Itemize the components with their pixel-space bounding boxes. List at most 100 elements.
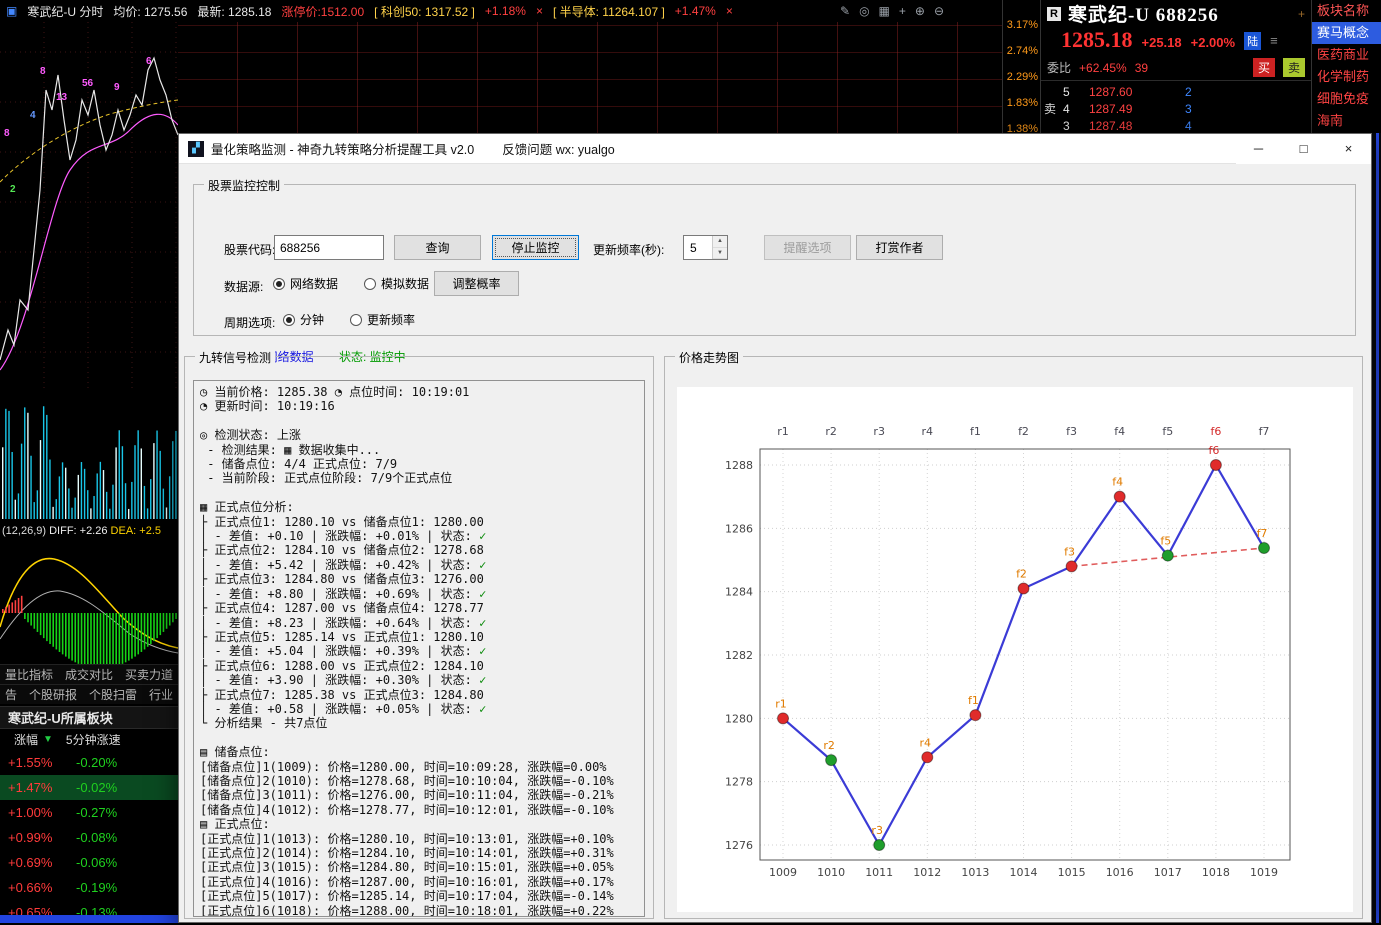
speed-value: -0.08% bbox=[76, 825, 166, 850]
radio-checked-icon[interactable] bbox=[273, 278, 285, 290]
signal-log-line: ▤ 储备点位: bbox=[200, 745, 638, 759]
menu-icon[interactable]: ≡ bbox=[1270, 33, 1278, 48]
change-value: +1.55% bbox=[0, 750, 76, 775]
tab-item[interactable]: 成交对比 bbox=[65, 666, 113, 683]
tab-item[interactable]: 个股扫雷 bbox=[89, 686, 137, 703]
svg-text:r1: r1 bbox=[775, 697, 787, 710]
top-bar-text: +1.47% bbox=[675, 4, 716, 18]
price-line bbox=[0, 58, 178, 360]
stock-code-label: 股票代码: bbox=[224, 241, 275, 258]
top-bar-text: 均价: 1275.56 bbox=[113, 3, 187, 20]
remind-options-button[interactable]: 提醒选项 bbox=[764, 235, 851, 260]
terminal-toolbar-icons: ✎ ◎ ▦ + ⊕ ⊖ bbox=[840, 0, 944, 22]
ask-row[interactable]: 41287.493 bbox=[1059, 100, 1311, 117]
radio-option-period[interactable]: 更新频率 bbox=[350, 311, 415, 328]
toolbar-icon[interactable]: + bbox=[899, 4, 906, 18]
svg-text:f2: f2 bbox=[1018, 425, 1029, 438]
signal-log-line: ├ 正式点位5: 1285.14 vs 正式点位1: 1280.10 bbox=[200, 630, 638, 644]
window-title: 量化策略监测 - 神奇九转策略分析提醒工具 v2.0 bbox=[211, 139, 474, 158]
sector-list-item[interactable]: 赛马概念 bbox=[1312, 22, 1381, 44]
signal-log-line: ├ 正式点位7: 1285.38 vs 正式点位3: 1284.80 bbox=[200, 688, 638, 702]
signal-log-line: ├ 正式点位1: 1280.10 vs 储备点位1: 1280.00 bbox=[200, 515, 638, 529]
data-source-radio-group: 网络数据 模拟数据 bbox=[273, 275, 429, 292]
pin-icon[interactable]: + bbox=[1298, 7, 1305, 21]
donate-button[interactable]: 打赏作者 bbox=[856, 235, 943, 260]
change-value: +1.00% bbox=[0, 800, 76, 825]
right-edge-scrollbar[interactable] bbox=[1372, 133, 1381, 923]
adjust-probability-button[interactable]: 调整概率 bbox=[434, 271, 519, 296]
stop-monitor-button[interactable]: 停止监控 bbox=[492, 235, 579, 260]
svg-text:f4: f4 bbox=[1114, 425, 1125, 438]
sector-change-row[interactable]: +0.99%-0.08% bbox=[0, 825, 178, 850]
sector-change-row[interactable]: +1.55%-0.20% bbox=[0, 750, 178, 775]
group-title: 股票监控控制 bbox=[204, 177, 284, 194]
nine-turn-digit: 13 bbox=[56, 92, 67, 103]
svg-text:1012: 1012 bbox=[913, 866, 941, 879]
tab-item[interactable]: 个股研报 bbox=[29, 686, 77, 703]
toolbar-icon[interactable]: ⊕ bbox=[915, 4, 925, 18]
speed-value: -0.19% bbox=[76, 875, 166, 900]
signal-log-line: [储备点位]2(1010): 价格=1278.68, 时间=10:10:04, … bbox=[200, 774, 638, 788]
close-icon[interactable]: × bbox=[726, 4, 733, 18]
sector-change-row[interactable]: +1.47%-0.02% bbox=[0, 775, 178, 800]
check-icon: ✓ bbox=[479, 702, 486, 716]
toolbar-icon[interactable]: ✎ bbox=[840, 4, 850, 18]
divider bbox=[1041, 80, 1311, 81]
tab-item[interactable]: 买卖力道 bbox=[125, 666, 173, 683]
toolbar-icon[interactable]: ⊖ bbox=[934, 4, 944, 18]
radio-checked-icon[interactable] bbox=[283, 314, 295, 326]
radio-option-period[interactable]: 分钟 bbox=[283, 311, 324, 328]
toolbar-icon[interactable]: ◎ bbox=[859, 4, 869, 18]
window-feedback-text: 反馈问题 wx: yualgo bbox=[502, 139, 615, 158]
svg-text:f4: f4 bbox=[1112, 476, 1123, 489]
sector-list-item[interactable]: 海南 bbox=[1312, 110, 1381, 132]
query-button[interactable]: 查询 bbox=[394, 235, 481, 260]
buy-button[interactable]: 买 bbox=[1253, 58, 1275, 77]
terminal-app-icon[interactable]: ▣ bbox=[6, 4, 17, 18]
sector-list-item[interactable]: 医药商业 bbox=[1312, 44, 1381, 66]
minimize-button[interactable]: ─ bbox=[1236, 134, 1281, 164]
signal-log-line: ◔ 更新时间: 10:19:16 bbox=[200, 399, 638, 413]
signal-log-line: [正式点位]4(1016): 价格=1287.00, 时间=10:16:01, … bbox=[200, 875, 638, 889]
maximize-button[interactable]: □ bbox=[1281, 134, 1326, 164]
radio-option-source[interactable]: 模拟数据 bbox=[364, 275, 429, 292]
close-icon[interactable]: × bbox=[536, 4, 543, 18]
sell-button[interactable]: 卖 bbox=[1283, 58, 1305, 77]
tab-item[interactable]: 行业 bbox=[149, 686, 173, 703]
tab-item[interactable]: 告 bbox=[5, 686, 17, 703]
signal-log-line: └ 分析结果 - 共7点位 bbox=[200, 716, 638, 730]
svg-text:1288: 1288 bbox=[725, 459, 753, 472]
svg-text:1011: 1011 bbox=[865, 866, 893, 879]
radio-option-source[interactable]: 网络数据 bbox=[273, 275, 338, 292]
change-value: +0.66% bbox=[0, 875, 76, 900]
bottom-scrollbar[interactable] bbox=[0, 915, 178, 923]
toolbar-icon[interactable]: ▦ bbox=[879, 4, 890, 18]
svg-text:r3: r3 bbox=[873, 425, 885, 438]
sector-change-row[interactable]: +0.69%-0.06% bbox=[0, 850, 178, 875]
top-bar-text: 涨停价:1512.00 bbox=[281, 3, 364, 20]
column-header-change[interactable]: 涨幅 bbox=[14, 731, 38, 748]
sector-change-row[interactable]: +1.00%-0.27% bbox=[0, 800, 178, 825]
radio-unchecked-icon[interactable] bbox=[350, 314, 362, 326]
sector-change-row[interactable]: +0.66%-0.19% bbox=[0, 875, 178, 900]
signal-log-line: [储备点位]1(1009): 价格=1280.00, 时间=10:09:28, … bbox=[200, 760, 638, 774]
ask-row[interactable]: 31287.484 bbox=[1059, 117, 1311, 134]
svg-text:1016: 1016 bbox=[1106, 866, 1134, 879]
signal-log-textarea[interactable]: ◷ 当前价格: 1285.38 ◔ 点位时间: 10:19:01◔ 更新时间: … bbox=[193, 380, 645, 917]
sector-list-item[interactable]: 化学制药 bbox=[1312, 66, 1381, 88]
stock-code-input[interactable] bbox=[274, 235, 384, 260]
signal-detection-group: 九转信号检测 ◷ 当前价格: 1285.38 ◔ 点位时间: 10:19:01◔… bbox=[184, 356, 654, 919]
sector-list-item[interactable]: 细胞免疫 bbox=[1312, 88, 1381, 110]
signal-log-line: ├ 正式点位4: 1287.00 vs 储备点位4: 1278.77 bbox=[200, 601, 638, 615]
tab-item[interactable]: 量比指标 bbox=[5, 666, 53, 683]
radio-unchecked-icon[interactable] bbox=[364, 278, 376, 290]
window-title-bar[interactable]: ▞ 量化策略监测 - 神奇九转策略分析提醒工具 v2.0 反馈问题 wx: yu… bbox=[179, 134, 1371, 164]
svg-text:1010: 1010 bbox=[817, 866, 845, 879]
ask-row[interactable]: 51287.602 bbox=[1059, 83, 1311, 100]
column-header-speed[interactable]: 5分钟涨速 bbox=[66, 731, 121, 748]
spinner-down-icon[interactable]: ▼ bbox=[713, 248, 727, 260]
weibi-value: +62.45% bbox=[1079, 61, 1127, 75]
close-button[interactable]: × bbox=[1326, 134, 1371, 164]
spinner-up-icon[interactable]: ▲ bbox=[713, 236, 727, 248]
freq-spinner[interactable]: 5 ▲ ▼ bbox=[683, 235, 728, 260]
